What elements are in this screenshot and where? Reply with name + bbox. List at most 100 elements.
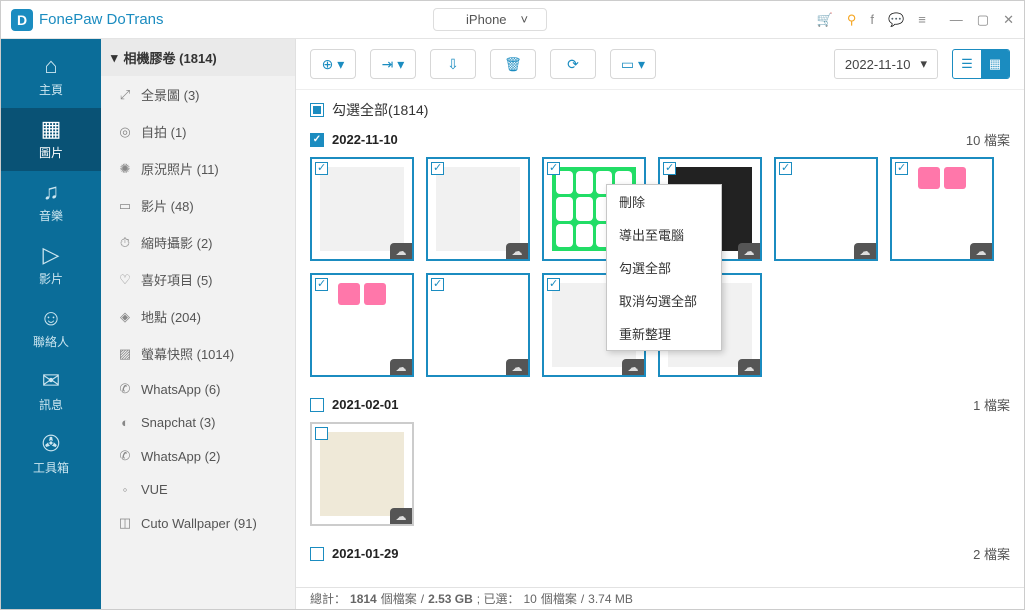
menu-icon[interactable]: ≡ [918,12,926,27]
category-item[interactable]: ✺原況照片 (11) [101,150,295,187]
nav-item-5[interactable]: ✉訊息 [1,360,101,423]
context-menu-item[interactable]: 勾選全部 [607,251,721,284]
category-header[interactable]: ▾ 相機膠卷 (1814) [101,39,295,76]
thumb-checkbox[interactable] [779,162,792,175]
cloud-icon: ☁ [506,243,528,259]
category-item[interactable]: ◎自拍 (1) [101,113,295,150]
section-date: 2021-01-29 [332,546,399,561]
context-menu-item[interactable]: 導出至電腦 [607,218,721,251]
photo-content: ✓2022-11-1010 檔案☁☁☁☁☁☁☁☁☁☁2021-02-011 檔案… [296,126,1024,587]
close-button[interactable]: ✕ [1003,12,1014,28]
thumb-checkbox[interactable] [663,162,676,175]
category-item[interactable]: ♡喜好項目 (5) [101,261,295,298]
device-picker[interactable]: iPhone ˅ [433,8,547,31]
select-all-label: 勾選全部(1814) [332,100,428,120]
nav-item-3[interactable]: ▷影片 [1,234,101,297]
category-item[interactable]: ▨螢幕快照 (1014) [101,335,295,372]
context-menu-item[interactable]: 重新整理 [607,317,721,350]
thumbnail[interactable]: ☁ [310,422,414,526]
caret-down-icon: ▾ [111,50,118,66]
category-item[interactable]: ◈地點 (204) [101,298,295,335]
device-name: iPhone [466,12,506,27]
thumb-checkbox[interactable] [895,162,908,175]
add-button[interactable]: ⊕ ▾ [310,49,356,79]
section-checkbox[interactable]: ✓ [310,133,324,147]
cloud-icon: ☁ [738,359,760,375]
list-view-button[interactable]: ☰ [953,50,981,78]
thumb-checkbox[interactable] [431,162,444,175]
minimize-button[interactable]: — [950,12,963,28]
nav-label: 圖片 [39,144,63,161]
chat-icon[interactable]: 💬 [888,12,904,28]
thumb-checkbox[interactable] [431,278,444,291]
category-label: 原況照片 (11) [141,159,219,178]
section-checkbox[interactable] [310,398,324,412]
key-icon[interactable]: ⚲ [847,12,857,28]
facebook-icon[interactable]: f [870,12,874,27]
grid-view-button[interactable]: ▦ [981,50,1009,78]
category-item[interactable]: ✆WhatsApp (6) [101,372,295,406]
thumbnail[interactable]: ☁ [890,157,994,261]
category-label: 影片 (48) [141,196,194,215]
select-all-checkbox[interactable] [310,103,324,117]
section-header[interactable]: 2021-01-292 檔案 [310,540,1010,571]
thumbnail[interactable]: ☁ [774,157,878,261]
nav-label: 工具箱 [33,459,69,476]
category-icon: ◫ [117,515,133,531]
folder-button[interactable]: ▭ ▾ [610,49,656,79]
nav-label: 音樂 [39,207,63,224]
context-menu-item[interactable]: 取消勾選全部 [607,284,721,317]
context-menu-item[interactable]: 刪除 [607,185,721,218]
nav-item-2[interactable]: ♫ 音樂 [1,171,101,234]
export-to-device-button[interactable]: ⇥ ▾ [370,49,416,79]
section-header[interactable]: 2021-02-011 檔案 [310,391,1010,422]
section-header[interactable]: ✓2022-11-1010 檔案 [310,126,1010,157]
app-logo: D FonePaw DoTrans [11,9,164,31]
logo-icon: D [11,9,33,31]
category-label: 全景圖 (3) [141,85,200,104]
delete-button[interactable]: 🗑 [490,49,536,79]
thumb-checkbox[interactable] [315,162,328,175]
category-item[interactable]: ◐Snapchat (3) [101,406,295,439]
category-label: Snapchat (3) [141,415,215,430]
nav-item-6[interactable]: ✇工具箱 [1,423,101,486]
trash-icon: 🗑 [504,56,522,73]
export-to-pc-button[interactable]: ⇩ [430,49,476,79]
date-filter[interactable]: 2022-11-10 ▾ [834,49,938,79]
select-all-row[interactable]: 勾選全部(1814) [296,90,1024,126]
cart-icon[interactable]: 🛒 [817,12,833,28]
nav-icon: ♫ [43,181,60,203]
titlebar-actions: 🛒 ⚲ f 💬 ≡ — ▢ ✕ [817,12,1014,28]
category-item[interactable]: ⏱縮時攝影 (2) [101,224,295,261]
status-bar: 總計： 1814 個檔案/2.53 GB ; 已選： 10 個檔案/3.74 M… [296,587,1024,609]
category-item[interactable]: ◫ Cuto Wallpaper (91) [101,506,295,540]
refresh-button[interactable]: ⟳ [550,49,596,79]
nav-item-4[interactable]: ☺聯絡人 [1,297,101,360]
thumbnail[interactable]: ☁ [426,273,530,377]
category-item[interactable]: ⤢全景圖 (3) [101,76,295,113]
thumb-checkbox[interactable] [547,162,560,175]
cloud-icon: ☁ [970,243,992,259]
chevron-down-icon: ˅ [521,12,529,27]
category-item[interactable]: ▭影片 (48) [101,187,295,224]
thumb-checkbox[interactable] [315,278,328,291]
category-item[interactable]: ✆WhatsApp (2) [101,439,295,473]
nav-item-0[interactable]: ⌂主頁 [1,45,101,108]
cloud-icon: ☁ [390,243,412,259]
thumbnail[interactable]: ☁ [426,157,530,261]
category-label: Cuto Wallpaper (91) [141,516,257,531]
thumb-checkbox[interactable] [315,427,328,440]
thumb-checkbox[interactable] [547,278,560,291]
app-title: FonePaw DoTrans [39,11,164,28]
nav-icon: ✉ [42,370,60,392]
section-checkbox[interactable] [310,547,324,561]
thumbnail[interactable]: ☁ [310,157,414,261]
nav-sidebar: ⌂主頁▦圖片 ♫ 音樂 ▷影片☺聯絡人✉訊息✇工具箱 [1,39,101,609]
category-item[interactable]: ◦VUE [101,473,295,506]
device-export-icon: ⇥ [382,56,394,73]
nav-icon: ▷ [43,244,60,266]
maximize-button[interactable]: ▢ [977,12,989,28]
category-label: 縮時攝影 (2) [141,233,213,252]
nav-item-1[interactable]: ▦圖片 [1,108,101,171]
thumbnail[interactable]: ☁ [310,273,414,377]
